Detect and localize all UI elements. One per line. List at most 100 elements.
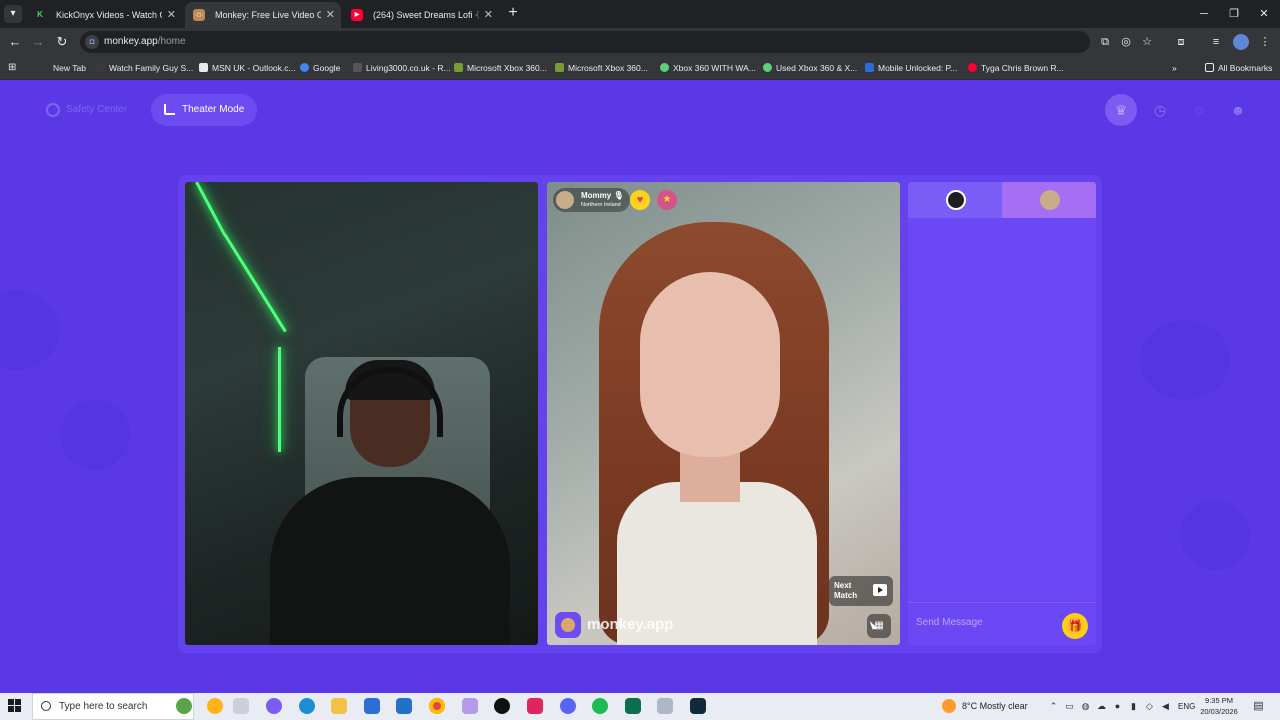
browser-toolbar: ← → ↻ ◘ monkey.app/home ⧉ ◎ ☆ ⧈ ≡ ⋮ — [0, 28, 1280, 56]
bookmark-item[interactable]: MSN UK - Outlook.c... — [199, 56, 296, 80]
next-match-button[interactable]: Next Match — [829, 576, 893, 606]
weather-widget-icon[interactable] — [207, 698, 223, 714]
chat-bubble-icon[interactable]: ◌ — [1183, 94, 1215, 126]
app-icon[interactable] — [690, 698, 706, 714]
site-info-icon[interactable]: ◘ — [85, 35, 99, 49]
tray-icon[interactable]: ☁ — [1096, 701, 1107, 712]
clock[interactable]: 9:35 PM 20/03/2026 — [1196, 695, 1242, 717]
bookmark-item[interactable]: Watch Family Guy S... — [96, 56, 193, 80]
spotify-icon[interactable] — [592, 698, 608, 714]
bookmark-star-icon[interactable]: ☆ — [1139, 34, 1155, 50]
background-pattern — [60, 400, 130, 470]
bookmark-item[interactable]: Google — [300, 56, 340, 80]
avatar — [556, 191, 574, 209]
eye-off-icon[interactable]: ◎ — [1118, 34, 1134, 50]
new-tab-icon[interactable]: + — [505, 4, 521, 22]
kickonyx-icon: K — [34, 9, 46, 21]
profile-monkey-icon[interactable]: ☻ — [1222, 94, 1254, 126]
tab-title: KickOnyx Videos - Watch On-D — [56, 10, 162, 20]
extensions-icon[interactable]: ⧈ — [1173, 34, 1189, 50]
bookmark-item[interactable]: New Tab — [53, 56, 86, 80]
volume-icon[interactable]: ◀ — [1160, 701, 1171, 712]
bookmark-item[interactable]: Microsoft Xbox 360... — [454, 56, 547, 80]
edge-icon[interactable] — [299, 698, 315, 714]
task-view-icon[interactable] — [233, 698, 249, 714]
copilot-icon[interactable] — [266, 698, 282, 714]
widget-icon[interactable] — [176, 698, 192, 714]
close-icon[interactable]: ✕ — [484, 2, 493, 28]
close-icon[interactable]: ✕ — [326, 2, 335, 28]
battery-icon[interactable]: ▮ — [1128, 701, 1139, 712]
app-icon[interactable] — [625, 698, 641, 714]
shield-icon — [46, 103, 60, 117]
expand-icon — [164, 104, 175, 115]
theater-mode-button[interactable]: Theater Mode — [151, 94, 257, 126]
emoji-badge-icon[interactable]: ★ — [657, 190, 677, 210]
taskbar: Type here to search 8°C Mostly clear ⌃ ▭… — [0, 693, 1280, 720]
gift-icon[interactable]: 🎁 — [1062, 613, 1088, 639]
chat-tabs — [908, 182, 1096, 218]
back-icon[interactable]: ← — [6, 33, 24, 51]
local-video — [185, 182, 538, 645]
bookmark-item[interactable]: Microsoft Xbox 360... — [555, 56, 648, 80]
bookmark-item[interactable]: Mobile Unlocked: P... — [865, 56, 957, 80]
led-strip — [195, 182, 226, 236]
forward-icon[interactable]: → — [29, 33, 47, 51]
tab-monkey[interactable]: 🐵 Monkey: Free Live Video Ch ✕ — [185, 2, 341, 28]
file-explorer-icon[interactable] — [331, 698, 347, 714]
microphone-icon[interactable]: ● — [1112, 701, 1123, 712]
menu-icon[interactable]: ⋮ — [1257, 34, 1273, 50]
chrome-icon[interactable] — [429, 698, 445, 714]
reload-icon[interactable]: ↻ — [53, 33, 71, 51]
heart-icon[interactable]: ♥ — [630, 190, 650, 210]
store-icon[interactable] — [364, 698, 380, 714]
bookmark-item[interactable]: Used Xbox 360 & X... — [763, 56, 857, 80]
more-bookmarks-icon[interactable]: » — [1172, 56, 1177, 80]
tab-youtube[interactable]: ▶ (264) Sweet Dreams Lofi 🎶 8 ✕ — [343, 2, 499, 28]
tray-icon[interactable]: ▭ — [1064, 701, 1075, 712]
tiktok-icon[interactable] — [494, 698, 510, 714]
chevron-up-icon[interactable]: ⌃ — [1048, 701, 1059, 712]
address-bar[interactable]: ◘ monkey.app/home — [80, 31, 1090, 53]
messenger-icon[interactable] — [560, 698, 576, 714]
all-bookmarks-folder[interactable]: All Bookmarks — [1205, 56, 1272, 80]
apps-grid-icon[interactable]: ⊞ — [8, 62, 20, 74]
maximize-icon[interactable]: ❐ — [1218, 0, 1250, 28]
send-message-input[interactable] — [916, 612, 1056, 632]
tray-icon[interactable]: ◍ — [1080, 701, 1091, 712]
safety-center-label: Safety Center — [66, 104, 128, 115]
install-app-icon[interactable]: ⧉ — [1097, 34, 1113, 50]
minimize-icon[interactable]: ─ — [1188, 0, 1220, 28]
chat-tab-self[interactable] — [908, 182, 1002, 218]
close-icon[interactable]: ✕ — [167, 2, 176, 28]
url-text[interactable]: monkey.app/home — [104, 31, 186, 53]
next-play-icon — [873, 584, 887, 596]
language-indicator[interactable]: ENG — [1178, 693, 1195, 720]
crown-icon[interactable]: ♛ — [1105, 94, 1137, 126]
notifications-icon[interactable]: ▤ — [1253, 701, 1264, 712]
windows-start-icon[interactable] — [8, 699, 22, 713]
network-icon[interactable]: ◇ — [1144, 701, 1155, 712]
taskbar-search[interactable]: Type here to search — [32, 693, 194, 720]
bookmark-item[interactable]: Tyga Chris Brown R... — [968, 56, 1064, 80]
weather-text[interactable]: 8°C Mostly clear — [962, 693, 1028, 720]
remote-user-badge[interactable]: Mommy 🎙 Northern Ireland — [553, 188, 630, 212]
chat-tab-partner[interactable] — [1002, 182, 1096, 218]
app-icon[interactable] — [657, 698, 673, 714]
close-window-icon[interactable]: ✕ — [1248, 0, 1280, 28]
bookmark-item[interactable]: Living3000.co.uk - R... — [353, 56, 451, 80]
app-icon[interactable] — [527, 698, 543, 714]
monkey-page: Safety Center Theater Mode ♛ ◷ ◌ ☻ Mommy… — [0, 80, 1280, 693]
youtube-icon: ▶ — [351, 9, 363, 21]
history-icon[interactable]: ◷ — [1144, 94, 1176, 126]
app-icon[interactable] — [462, 698, 478, 714]
bookmark-item[interactable]: Xbox 360 WITH WA... — [660, 56, 756, 80]
remote-user-name: Mommy 🎙 — [581, 191, 624, 200]
safety-center-button[interactable]: Safety Center — [40, 96, 127, 124]
tab-search-icon[interactable]: ▾ — [4, 5, 22, 23]
profile-avatar[interactable] — [1233, 34, 1249, 50]
tab-kickonyx[interactable]: K KickOnyx Videos - Watch On-D ✕ — [26, 2, 182, 28]
media-controls-icon[interactable]: ≡ — [1208, 34, 1224, 50]
remote-video: Mommy 🎙 Northern Ireland ♥ ★ Next Match … — [547, 182, 900, 645]
outlook-icon[interactable] — [396, 698, 412, 714]
